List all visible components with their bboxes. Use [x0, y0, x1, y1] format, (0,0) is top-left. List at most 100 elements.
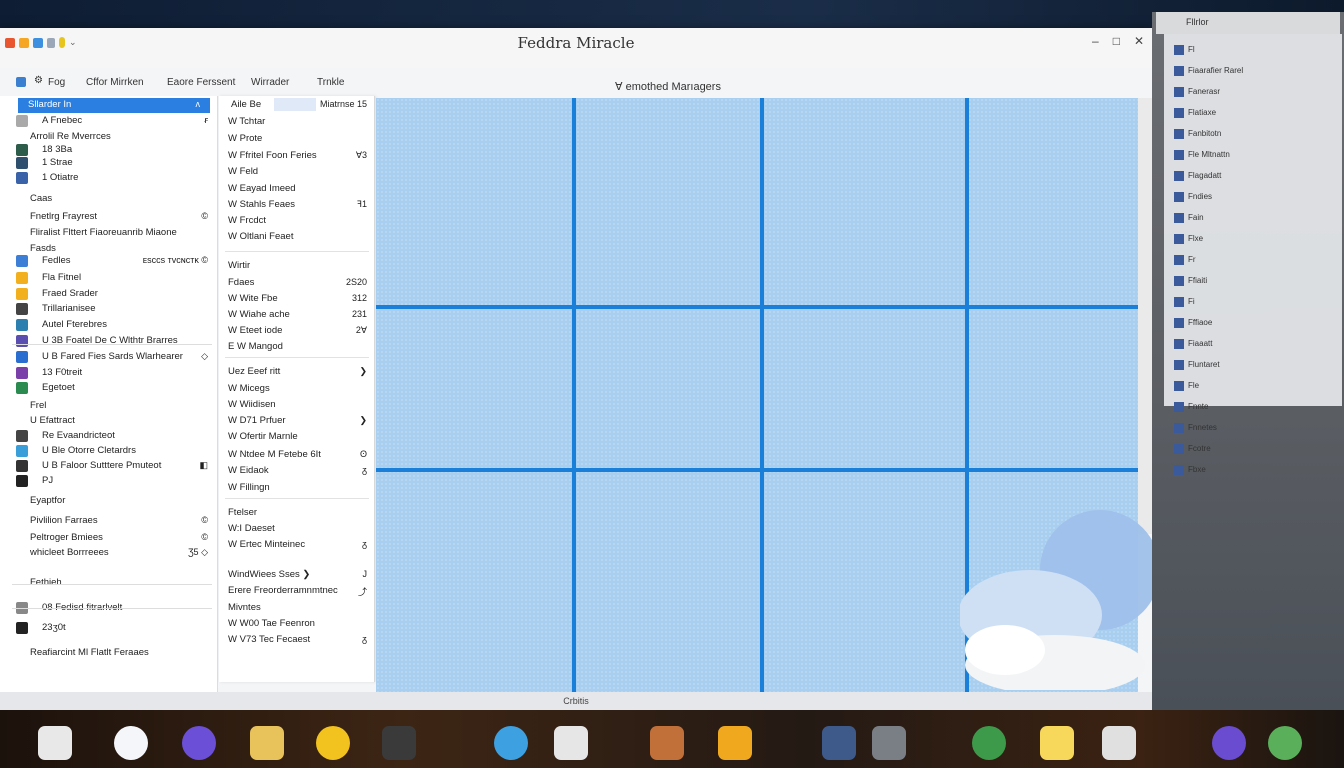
music-icon[interactable] [1268, 726, 1302, 760]
menu-item[interactable]: W Wiahe ache 231 [219, 308, 375, 323]
flags-icon[interactable] [650, 726, 684, 760]
menu-item[interactable]: W V73 Tec Fecaest ᵹ [219, 633, 375, 648]
script-icon[interactable] [382, 726, 416, 760]
sidebar-item[interactable]: Trillarianisee [0, 302, 218, 317]
menu-gear-icon[interactable]: ⚙ [34, 75, 43, 86]
preview-icon[interactable] [250, 726, 284, 760]
menu-item[interactable]: W Eayad Imeed [219, 182, 375, 197]
bird-app-icon[interactable] [494, 726, 528, 760]
right-panel-item[interactable]: Fiaarafier Rarel [1174, 65, 1304, 79]
right-panel-item[interactable]: Fr [1174, 254, 1304, 268]
menu-item[interactable]: W Micegs [219, 382, 375, 397]
sidebar-item[interactable]: Fliralist Flttert Fiaoreuanrib Miaone [0, 226, 218, 241]
sidebar-item[interactable]: Egetoet [0, 381, 218, 396]
sidebar-item[interactable]: Caas [0, 192, 218, 207]
menu-header-field[interactable] [274, 98, 316, 111]
app-icon[interactable] [16, 77, 26, 87]
menu-item[interactable]: WindWiees Sses ❯ J [219, 568, 375, 583]
sidebar-item[interactable]: Fla Fitnel [0, 271, 218, 286]
menu-item[interactable]: W Stahls Feaes ꟻ1 [219, 198, 375, 213]
menu-item[interactable]: W Prote [219, 132, 375, 147]
right-panel-item[interactable]: Fanerasr [1174, 86, 1304, 100]
menu-item[interactable]: Uez Eeef ritt ❯ [219, 365, 375, 380]
right-panel-item[interactable]: Fain [1174, 212, 1304, 226]
documents-icon[interactable] [38, 726, 72, 760]
shortcuts-icon[interactable] [182, 726, 216, 760]
files-icon[interactable] [554, 726, 588, 760]
right-panel-item[interactable]: Fl [1174, 44, 1304, 58]
right-panel-item[interactable]: Flatiaxe [1174, 107, 1304, 121]
menu-item[interactable]: W Fillingn [219, 481, 375, 496]
sidebar-item[interactable]: PJ [0, 474, 218, 489]
menu-item[interactable]: Erere Freorderramnmtnec ⤴ [219, 584, 375, 599]
right-panel-item[interactable]: Fffiaoe [1174, 317, 1304, 331]
right-panel-item[interactable]: Fluntaret [1174, 359, 1304, 373]
menu-item[interactable]: W:I Daeset [219, 522, 375, 537]
menu-item[interactable]: W Oltlani Feaet [219, 230, 375, 245]
terminal-icon[interactable] [822, 726, 856, 760]
menu-item[interactable]: W Ofertir Marnle [219, 430, 375, 445]
finder-icon[interactable] [114, 726, 148, 760]
maximize-button[interactable]: □ [1113, 34, 1120, 48]
sidebar-item[interactable]: 13 F0treit [0, 366, 218, 381]
sidebar-item[interactable]: 1 Strae [0, 156, 218, 171]
menu-wirrader[interactable]: Wirrader [251, 77, 289, 88]
right-panel-item[interactable]: Flagadatt [1174, 170, 1304, 184]
vertical-scrollbar[interactable] [1138, 98, 1152, 534]
right-panel-item[interactable]: Fnnte [1174, 401, 1304, 415]
menu-fog[interactable]: Fog [48, 77, 65, 88]
sidebar-item[interactable]: Reafiarcint Ml Flatlt Feraaes [0, 646, 218, 661]
menu-item[interactable]: Wirtir [219, 259, 375, 274]
right-panel-item[interactable]: Fi [1174, 296, 1304, 310]
sidebar-item[interactable]: 23ʒ0t [0, 621, 218, 636]
right-panel-item[interactable]: Fndies [1174, 191, 1304, 205]
menu-item[interactable]: W W00 Tae Feenron [219, 617, 375, 632]
sidebar-item[interactable]: U B Fared Fies Sards Wlarhearer ◇ [0, 350, 218, 365]
close-button[interactable]: ✕ [1134, 34, 1144, 48]
menu-item[interactable]: W Wiidisen [219, 398, 375, 413]
sidebar-item[interactable]: 1 Otiatre [0, 171, 218, 186]
sidebar-item[interactable]: Autel Fterebres [0, 318, 218, 333]
sidebar-item[interactable]: Pivlilion Farraes © [0, 514, 218, 529]
sidebar-item[interactable]: Re Evaandricteot [0, 429, 218, 444]
menu-item[interactable]: W Wite Fbe 312 [219, 292, 375, 307]
sidebar-item[interactable]: Eyaptfor [0, 494, 218, 509]
sidebar-item[interactable]: U 3B Foatel De C Wlthtr Brarres [0, 334, 218, 349]
menu-item[interactable]: Ftelser [219, 506, 375, 521]
sidebar-item[interactable]: U B Faloor Sutttere Pmuteot ◧ [0, 459, 218, 474]
folder-icon[interactable] [718, 726, 752, 760]
menu-item[interactable]: W Tchtar [219, 115, 375, 130]
right-panel-item[interactable]: Ffiaiti [1174, 275, 1304, 289]
menu-item[interactable]: W Ertec Minteinec ᵹ [219, 538, 375, 553]
right-panel-item[interactable]: Fle [1174, 380, 1304, 394]
camera-icon[interactable] [872, 726, 906, 760]
sidebar-item[interactable]: Fraed Srader [0, 287, 218, 302]
sidebar-item[interactable]: whicleet Borrreees Ʒ5 ◇ [0, 546, 218, 561]
sidebar-item[interactable]: Fnetlrg Frayrest © [0, 210, 218, 225]
menu-trnkle[interactable]: Trnkle [317, 77, 344, 88]
menu-item[interactable]: E W Mangod [219, 340, 375, 355]
menu-item[interactable]: W Frcdct [219, 214, 375, 229]
menu-cffor-mirrken[interactable]: Cffor Mirrken [86, 77, 144, 88]
right-panel-item[interactable]: Fbxe [1174, 464, 1304, 478]
document-label[interactable]: Ɐ emothed Marıagers [615, 80, 721, 93]
right-panel-item[interactable]: Flxe [1174, 233, 1304, 247]
right-panel-item[interactable]: Fnnetes [1174, 422, 1304, 436]
sidebar-item[interactable]: Fedles ᴇsᴄᴄs ᴛᴠᴄɴᴄᴛᴋ © [0, 254, 218, 269]
notes-icon[interactable] [1040, 726, 1074, 760]
menu-item[interactable]: W Ntdee M Fetebe 6It ʘ [219, 448, 375, 463]
chrome-icon[interactable] [972, 726, 1006, 760]
right-panel-item[interactable]: Fanbitotn [1174, 128, 1304, 142]
menu-item[interactable]: W Eidaok ᵹ [219, 464, 375, 479]
sidebar-item[interactable]: U Efattract [0, 414, 218, 429]
sidebar-item-selected[interactable]: Sllarder In ʌ [18, 98, 210, 113]
menu-item[interactable]: Fdaes 2S20 [219, 276, 375, 291]
sidebar-item[interactable]: U Ble Otorre Cletardrs [0, 444, 218, 459]
sidebar-item[interactable]: Peltroger Bmiees © [0, 531, 218, 546]
right-panel-item[interactable]: Fcotre [1174, 443, 1304, 457]
menu-item[interactable]: W Eteet iode 2Ɐ [219, 324, 375, 339]
appstore-icon[interactable] [1212, 726, 1246, 760]
menu-item[interactable]: Mivntes [219, 601, 375, 616]
menu-item[interactable]: W D71 Prfuer ❯ [219, 414, 375, 429]
right-panel-item[interactable]: Fle Mltnattn [1174, 149, 1304, 163]
